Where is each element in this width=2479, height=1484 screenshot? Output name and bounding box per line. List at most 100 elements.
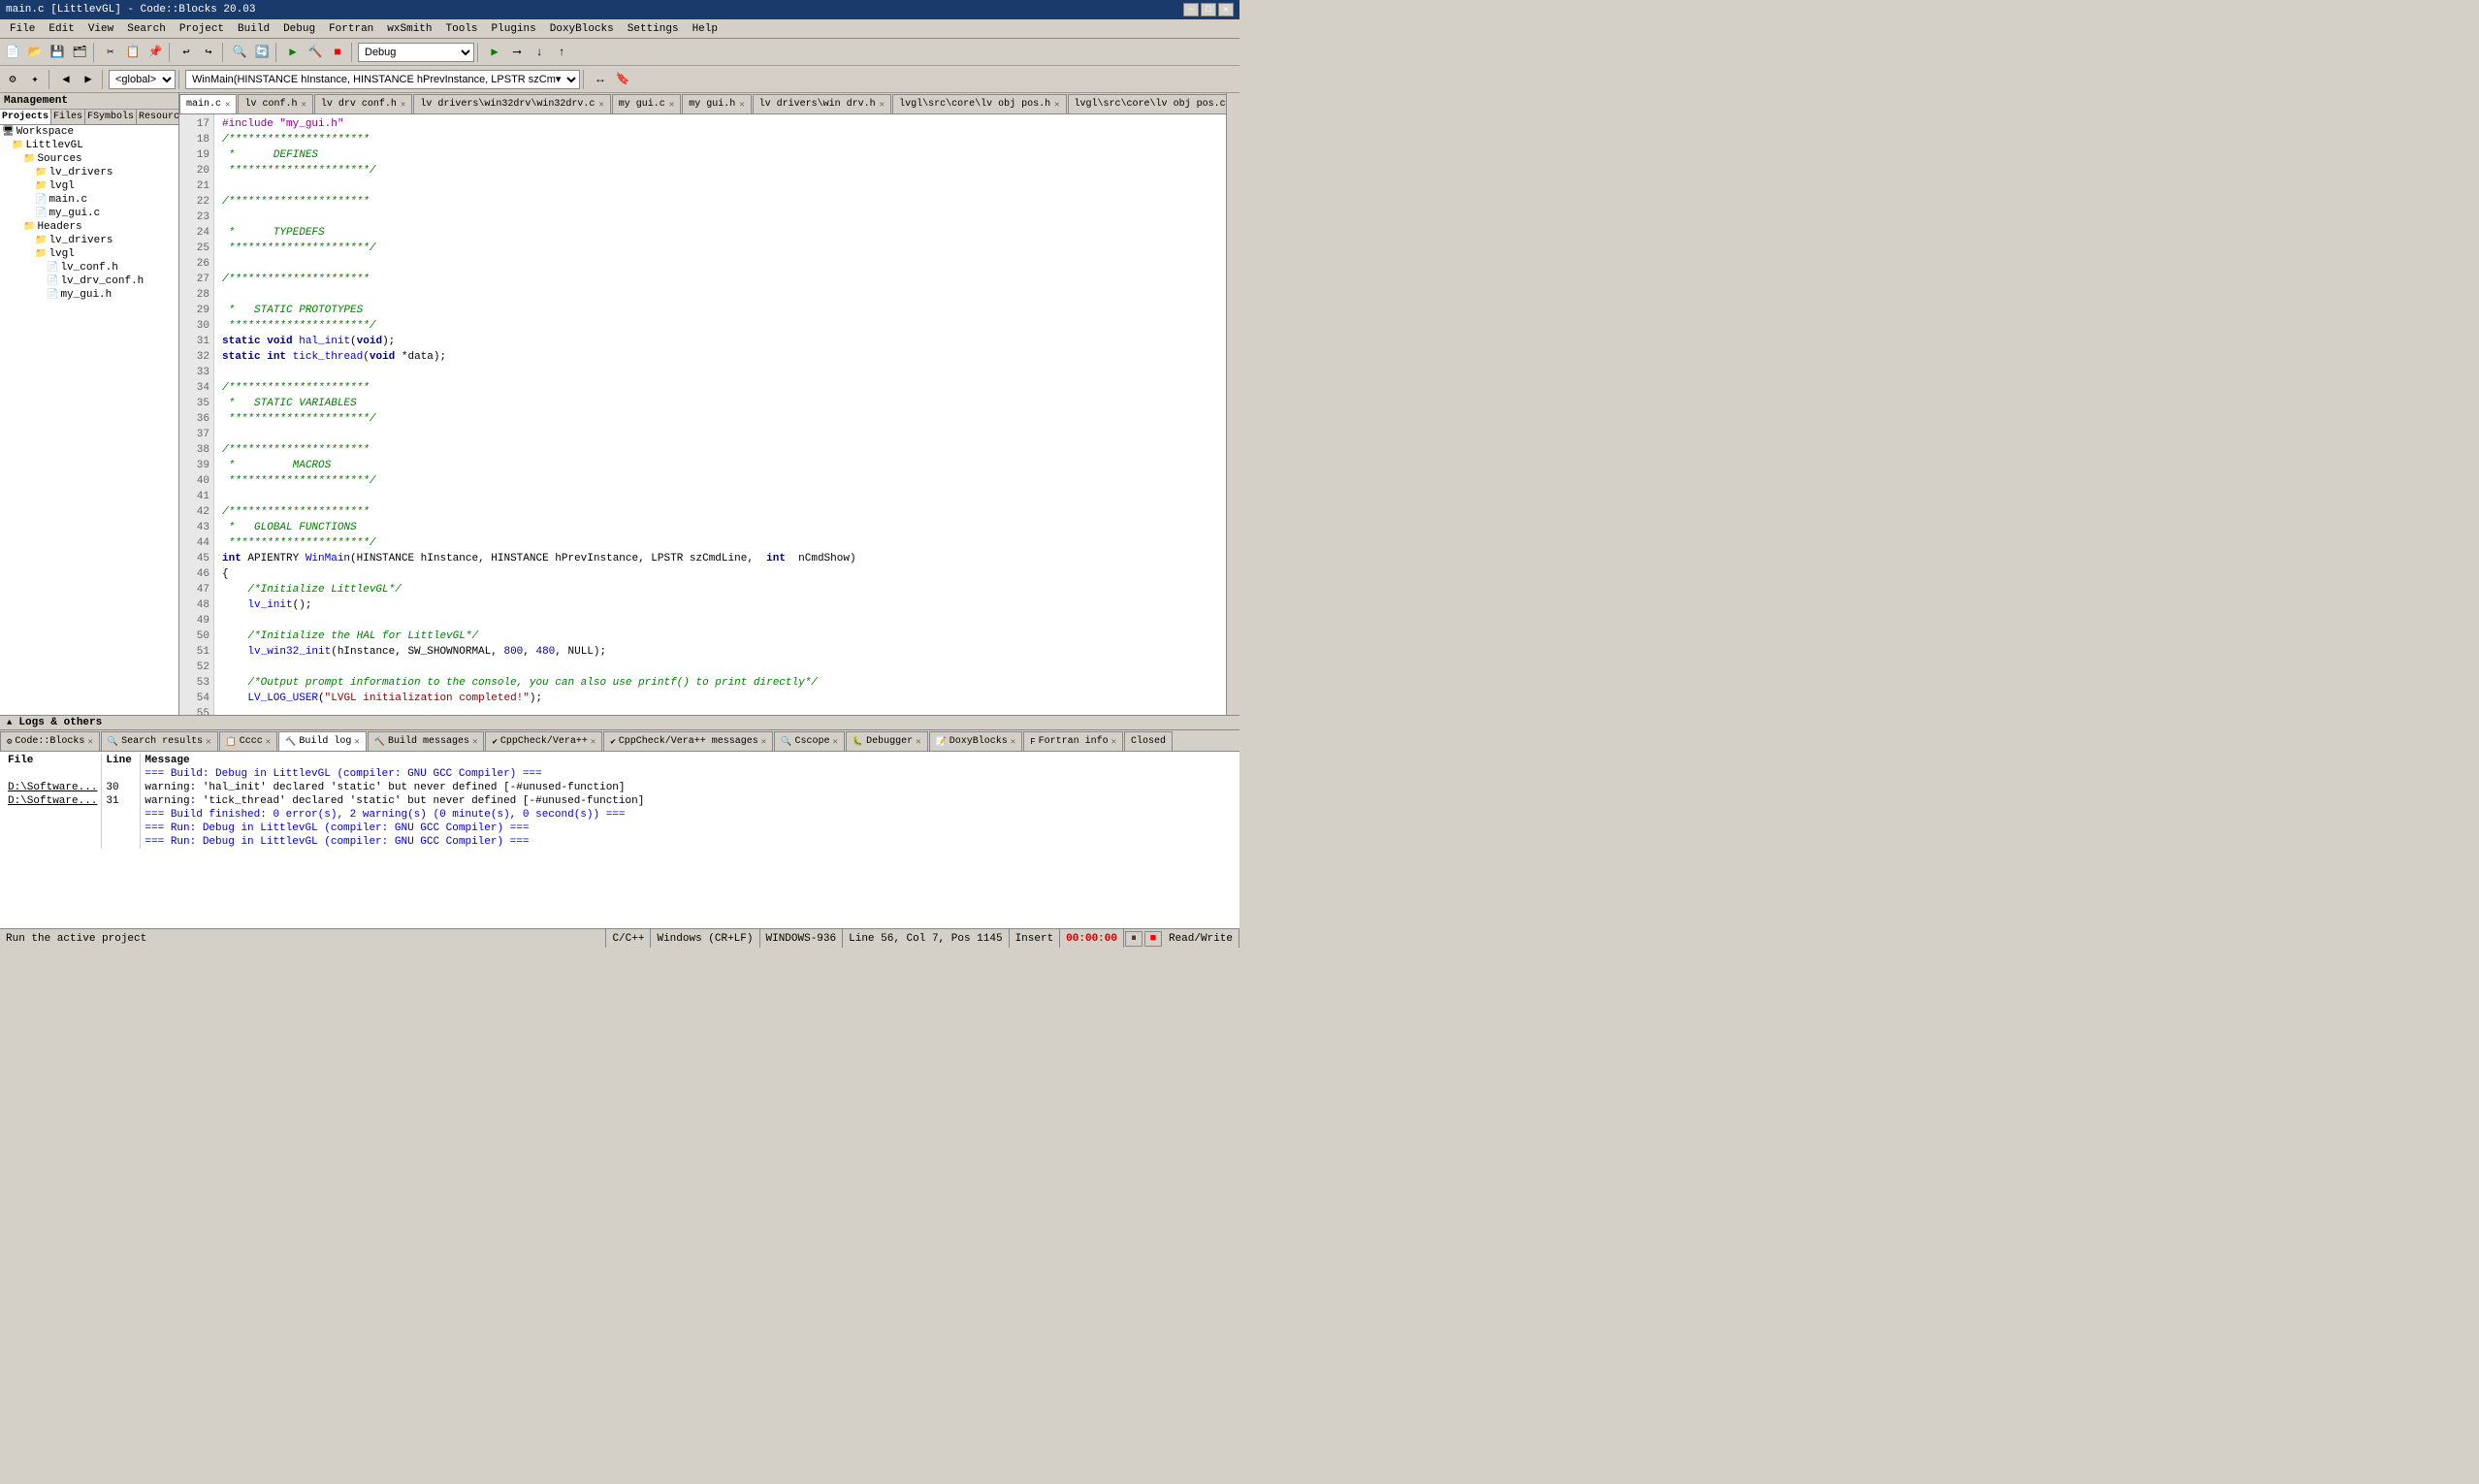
menu-tools[interactable]: Tools — [440, 21, 484, 37]
next-jump-button[interactable]: ▶ — [78, 69, 99, 90]
debug-run-button[interactable]: ▶ — [484, 42, 505, 63]
code-editor[interactable]: 1718192021 2223242526 2728293031 3233343… — [179, 114, 1226, 715]
tab-win-drv-h-close[interactable]: ✕ — [880, 100, 885, 110]
tab-win-drv-h[interactable]: lv drivers\win drv.h ✕ — [753, 94, 891, 113]
cppcheck-tab-close[interactable]: ✕ — [591, 737, 596, 747]
debug-step-out-button[interactable]: ↑ — [551, 42, 572, 63]
run-button[interactable]: ▶ — [282, 42, 304, 63]
log-file-2[interactable]: D:\Software... — [4, 781, 102, 794]
function-dropdown[interactable]: WinMain(HINSTANCE hInstance, HINSTANCE h… — [185, 70, 580, 89]
cccc-tab-close[interactable]: ✕ — [266, 737, 271, 747]
stop-button[interactable]: ■ — [1144, 931, 1162, 947]
cscope-tab-close[interactable]: ✕ — [832, 737, 837, 747]
buildmsg-tab-close[interactable]: ✕ — [472, 737, 477, 747]
menu-project[interactable]: Project — [174, 21, 230, 37]
bottom-tab-buildmsg[interactable]: 🔨 Build messages ✕ — [368, 731, 485, 751]
find-button[interactable]: 🔍 — [229, 42, 250, 63]
bottom-tab-doxyblocks[interactable]: 📝 DoxyBlocks ✕ — [929, 731, 1023, 751]
scope-dropdown[interactable]: <global> — [109, 70, 176, 89]
search-tab-close[interactable]: ✕ — [206, 737, 210, 747]
menu-file[interactable]: File — [4, 21, 41, 37]
menu-doxyblocks[interactable]: DoxyBlocks — [544, 21, 620, 37]
tab-files[interactable]: Files — [51, 110, 85, 124]
tree-lv-conf-h[interactable]: 📄 lv_conf.h — [0, 261, 178, 274]
replace-button[interactable]: 🔄 — [251, 42, 273, 63]
go-button[interactable]: ↔ — [590, 69, 611, 90]
open-button[interactable]: 📂 — [24, 42, 46, 63]
menu-search[interactable]: Search — [121, 21, 172, 37]
tab-lv-conf-h[interactable]: lv conf.h ✕ — [238, 94, 312, 113]
tree-lv-drivers-hdr[interactable]: 📁 lv_drivers — [0, 234, 178, 247]
build-button[interactable]: 🔨 — [305, 42, 326, 63]
tree-lvgl-src[interactable]: 📁 lvgl — [0, 179, 178, 193]
tab-win32drv[interactable]: lv drivers\win32drv\win32drv.c ✕ — [413, 94, 610, 113]
bottom-tab-cscope[interactable]: 🔍 Cscope ✕ — [774, 731, 845, 751]
menu-help[interactable]: Help — [687, 21, 724, 37]
doxyblocks-tab-close[interactable]: ✕ — [1011, 737, 1015, 747]
debug-next-button[interactable]: ⟶ — [506, 42, 528, 63]
bottom-tab-search[interactable]: 🔍 Search results ✕ — [101, 731, 218, 751]
new-button[interactable]: 📄 — [2, 42, 23, 63]
tab-main-c[interactable]: main.c ✕ — [179, 94, 237, 113]
tree-lv-drivers-src[interactable]: 📁 lv_drivers — [0, 166, 178, 179]
tab-my-gui-c[interactable]: my gui.c ✕ — [612, 94, 681, 113]
tree-my-gui-c[interactable]: 📄 my_gui.c — [0, 207, 178, 220]
tab-my-gui-h-close[interactable]: ✕ — [739, 100, 744, 110]
menu-build[interactable]: Build — [232, 21, 275, 37]
tree-my-gui-h[interactable]: 📄 my_gui.h — [0, 288, 178, 302]
bottom-tab-debugger[interactable]: 🐛 Debugger ✕ — [846, 731, 928, 751]
tab-win32drv-close[interactable]: ✕ — [598, 100, 603, 110]
log-file-3[interactable]: D:\Software... — [4, 794, 102, 808]
tab-lv-drv-conf-h-close[interactable]: ✕ — [401, 100, 405, 110]
debugger-tab-close[interactable]: ✕ — [916, 737, 920, 747]
menu-plugins[interactable]: Plugins — [486, 21, 542, 37]
tab-projects[interactable]: Projects — [0, 110, 51, 124]
minimize-button[interactable]: − — [1183, 3, 1199, 16]
save-button[interactable]: 💾 — [47, 42, 68, 63]
stop-build-button[interactable]: ■ — [327, 42, 348, 63]
build-config-dropdown[interactable]: Debug Release — [358, 43, 474, 62]
tab-lv-obj-pos-c[interactable]: lvgl\src\core\lv obj pos.c ✕ — [1068, 94, 1226, 113]
right-scrollbar[interactable] — [1226, 93, 1240, 715]
copy-button[interactable]: 📋 — [122, 42, 144, 63]
tab-lv-conf-h-close[interactable]: ✕ — [301, 100, 306, 110]
bottom-tab-fortran[interactable]: F Fortran info ✕ — [1023, 731, 1123, 751]
tab-lv-obj-pos-h[interactable]: lvgl\src\core\lv obj pos.h ✕ — [892, 94, 1066, 113]
redo-button[interactable]: ↪ — [198, 42, 219, 63]
tree-littlevgl[interactable]: 📁 LittlevGL — [0, 139, 178, 152]
tree-main-c[interactable]: 📄 main.c — [0, 193, 178, 207]
codeblocks-tab-close[interactable]: ✕ — [87, 737, 92, 747]
tree-workspace[interactable]: 🖥 Workspace — [0, 125, 178, 139]
tab-lv-drv-conf-h[interactable]: lv drv conf.h ✕ — [314, 94, 412, 113]
tree-lvgl-hdr[interactable]: 📁 lvgl — [0, 247, 178, 261]
bottom-tab-cppcheck-msg[interactable]: ✔ CppCheck/Vera++ messages ✕ — [603, 731, 773, 751]
close-button[interactable]: ✕ — [1218, 3, 1234, 16]
tree-sources[interactable]: 📁 Sources — [0, 152, 178, 166]
paste-button[interactable]: 📌 — [145, 42, 166, 63]
cut-button[interactable]: ✂ — [100, 42, 121, 63]
code-text-area[interactable]: #include "my_gui.h" /*******************… — [214, 114, 1226, 715]
menu-view[interactable]: View — [82, 21, 119, 37]
debug-step-button[interactable]: ↓ — [529, 42, 550, 63]
tab-my-gui-c-close[interactable]: ✕ — [669, 100, 674, 110]
bottom-tab-buildlog[interactable]: 🔨 Build log ✕ — [278, 731, 367, 751]
save-all-button[interactable]: 🗂 — [69, 42, 90, 63]
tab-my-gui-h[interactable]: my gui.h ✕ — [682, 94, 751, 113]
menu-settings[interactable]: Settings — [622, 21, 685, 37]
tab-main-c-close[interactable]: ✕ — [225, 100, 230, 110]
bottom-tab-cccc[interactable]: 📋 Cccc ✕ — [219, 731, 278, 751]
tb2-btn2[interactable]: ✦ — [24, 69, 46, 90]
bottom-tab-closed[interactable]: Closed — [1124, 731, 1173, 751]
menu-debug[interactable]: Debug — [277, 21, 321, 37]
pause-button[interactable]: ⏸ — [1125, 931, 1143, 947]
menu-fortran[interactable]: Fortran — [323, 21, 379, 37]
tab-fsymbols[interactable]: FSymbols — [85, 110, 137, 124]
buildlog-tab-close[interactable]: ✕ — [354, 737, 359, 747]
prev-jump-button[interactable]: ◀ — [55, 69, 77, 90]
bottom-tab-codeblocks[interactable]: ⚙ Code::Blocks ✕ — [0, 731, 100, 751]
tree-headers[interactable]: 📁 Headers — [0, 220, 178, 234]
maximize-button[interactable]: □ — [1201, 3, 1216, 16]
bottom-collapse-arrow[interactable]: ▲ — [4, 718, 15, 727]
bottom-tab-cppcheck[interactable]: ✔ CppCheck/Vera++ ✕ — [485, 731, 602, 751]
fortran-tab-close[interactable]: ✕ — [1111, 737, 1116, 747]
